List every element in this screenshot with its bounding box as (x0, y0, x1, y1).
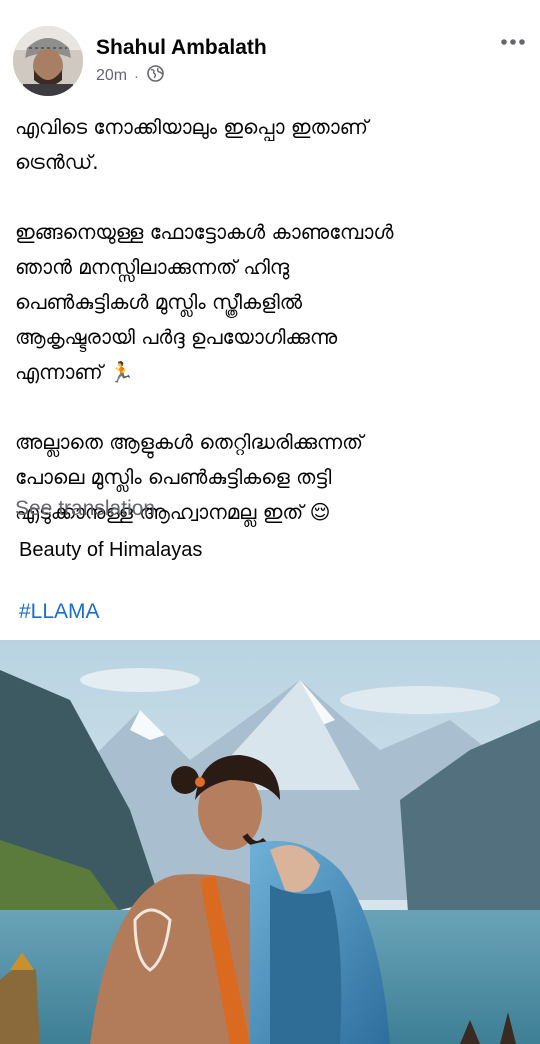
post-meta: 20m · (96, 65, 164, 87)
more-horizontal-icon[interactable] (499, 30, 527, 54)
avatar[interactable] (13, 26, 83, 96)
post-paragraph: എവിടെ നോക്കിയാലും ഇപ്പൊ ഇതാണ് ട്രെൻഡ്. (15, 110, 527, 180)
post-line: അല്ലാതെ ആളുകൾ തെറ്റിദ്ധരിക്കുന്നത് (15, 430, 364, 454)
post-header: Shahul Ambalath 20m · (0, 0, 540, 100)
post-photo[interactable] (0, 640, 540, 1044)
post-line: പോലെ മുസ്ലിം പെൺകുട്ടികളെ തട്ടി (15, 465, 332, 489)
post-line: ഇങ്ങനെയുള്ള ഫോട്ടോകൾ കാണുമ്പോൾ (15, 220, 394, 244)
post-paragraph: ഇങ്ങനെയുള്ള ഫോട്ടോകൾ കാണുമ്പോൾ ഞാൻ മനസ്സ… (15, 215, 527, 390)
hashtag-link[interactable]: #LLAMA (19, 600, 100, 624)
post-line: എവിടെ നോക്കിയാലും ഇപ്പൊ ഇതാണ് (15, 115, 368, 139)
post-caption: Beauty of Himalayas (19, 539, 203, 561)
post-line: ട്രെൻഡ്. (15, 150, 99, 174)
post-time[interactable]: 20m (96, 67, 127, 85)
post-text: എവിടെ നോക്കിയാലും ഇപ്പൊ ഇതാണ് ട്രെൻഡ്. ഇ… (15, 110, 527, 530)
author-name[interactable]: Shahul Ambalath (96, 36, 267, 60)
globe-icon[interactable] (146, 65, 164, 87)
post-line: പെൺകുട്ടികൾ മുസ്ലിം സ്ത്രീകളിൽ (15, 290, 302, 314)
meta-separator: · (134, 68, 139, 84)
see-translation-link[interactable]: See translation (15, 497, 155, 521)
post-line: എന്നാണ് 🏃 (15, 360, 134, 384)
post-line: ഞാൻ മനസ്സിലാക്കുന്നത് ഹിന്ദു (15, 255, 290, 279)
post-line: ആകൃഷ്ടരായി പർദ്ദ ഉപയോഗിക്കുന്നു (15, 325, 338, 349)
